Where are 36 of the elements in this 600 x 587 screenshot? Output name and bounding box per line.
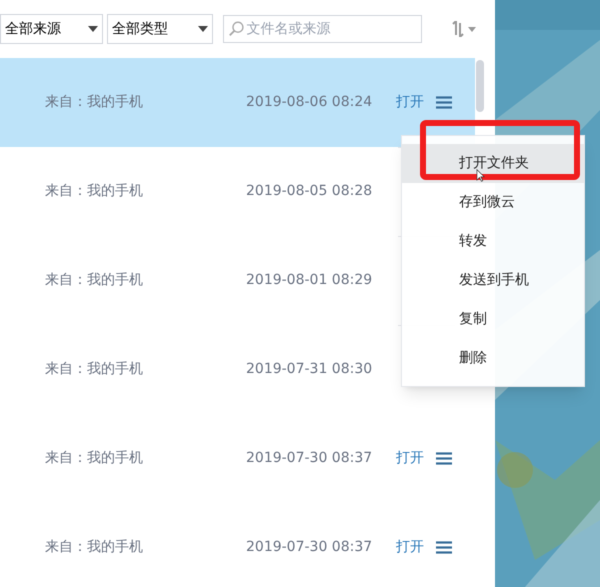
source-dropdown[interactable]: 全部来源	[0, 14, 103, 44]
source-text: 来自：我的手机	[45, 93, 143, 112]
open-link[interactable]: 打开	[396, 537, 424, 558]
time-text: 2019-08-01 08:29	[246, 271, 372, 290]
menu-item[interactable]: 存到微云	[402, 183, 584, 222]
open-link[interactable]: 打开	[396, 448, 424, 469]
source-text: 来自：我的手机	[45, 360, 143, 379]
time-text: 2019-08-05 08:28	[246, 182, 372, 201]
source-text: 来自：我的手机	[45, 271, 143, 290]
caret-icon	[198, 26, 208, 32]
search-input[interactable]: 文件名或来源	[246, 18, 417, 40]
menu-item[interactable]: 转发	[402, 222, 584, 261]
type-dropdown[interactable]: 全部类型	[107, 14, 213, 44]
scrollbar[interactable]	[476, 60, 484, 112]
caret-icon	[88, 26, 98, 32]
cursor-icon	[476, 169, 485, 182]
source-text: 来自：我的手机	[45, 449, 143, 468]
time-text: 2019-07-31 08:30	[246, 360, 372, 379]
time-text: 2019-08-06 08:24	[246, 93, 372, 112]
menu-item[interactable]: 删除	[402, 339, 584, 378]
dropdown-value: 全部类型	[112, 20, 168, 38]
time-text: 2019-07-30 08:37	[246, 538, 372, 557]
search-field[interactable]: 文件名或来源	[223, 15, 422, 43]
menu-item[interactable]: 复制	[402, 300, 584, 339]
sort-icon[interactable]	[452, 21, 478, 37]
open-link[interactable]: 打开	[396, 92, 424, 113]
menu-item[interactable]: 发送到手机	[402, 261, 584, 300]
time-text: 2019-07-30 08:37	[246, 449, 372, 468]
menu-icon[interactable]	[436, 452, 452, 465]
source-text: 来自：我的手机	[45, 538, 143, 557]
menu-icon[interactable]	[436, 541, 452, 554]
source-text: 来自：我的手机	[45, 182, 143, 201]
dropdown-value: 全部来源	[5, 20, 61, 38]
search-icon	[228, 20, 244, 38]
selected-row[interactable]: 来自：我的手机 2019-08-06 08:24 打开	[0, 58, 475, 147]
menu-icon[interactable]	[436, 96, 452, 109]
